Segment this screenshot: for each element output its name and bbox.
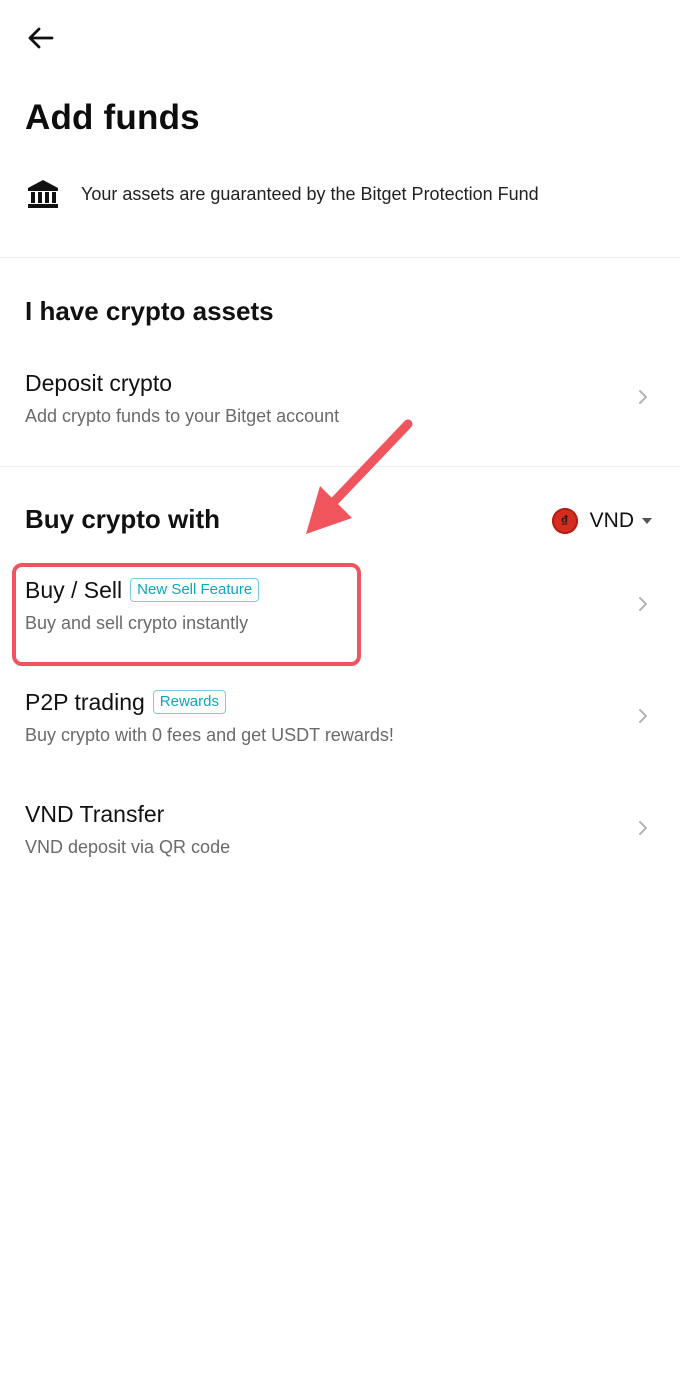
page-title: Add funds [25,98,200,137]
p2p-trading-row[interactable]: P2P trading Rewards Buy crypto with 0 fe… [0,685,680,765]
divider [0,257,680,258]
currency-code: VND [589,509,634,532]
vnd-transfer-subtitle: VND deposit via QR code [25,837,231,857]
currency-selector[interactable]: ₫ VND [551,506,652,536]
section-title-buy-crypto: Buy crypto with [25,504,221,534]
chevron-right-icon [639,597,647,611]
caret-down-icon [642,518,652,524]
protection-text: Your assets are guaranteed by the Bitget… [81,183,539,204]
p2p-trading-title: P2P trading [25,688,145,715]
highlight-annotation-box [12,563,361,666]
chevron-right-icon [639,390,647,404]
rewards-badge: Rewards [152,690,226,714]
annotation-arrow-icon [306,419,413,534]
deposit-crypto-title: Deposit crypto [25,369,173,396]
p2p-trading-subtitle: Buy crypto with 0 fees and get USDT rewa… [25,725,394,745]
bank-icon [25,176,61,212]
vnd-transfer-row[interactable]: VND Transfer VND deposit via QR code [0,797,680,877]
add-funds-screen: Add funds Your assets are guaranteed by … [0,0,680,1392]
chevron-right-icon [639,709,647,723]
back-button[interactable] [20,20,60,56]
vnd-transfer-title: VND Transfer [25,800,165,827]
chevron-right-icon [639,821,647,835]
protection-notice: Your assets are guaranteed by the Bitget… [25,176,539,212]
section-title-crypto-assets: I have crypto assets [25,296,274,326]
arrow-left-icon [28,27,54,49]
vnd-flag-icon: ₫ [551,508,578,534]
